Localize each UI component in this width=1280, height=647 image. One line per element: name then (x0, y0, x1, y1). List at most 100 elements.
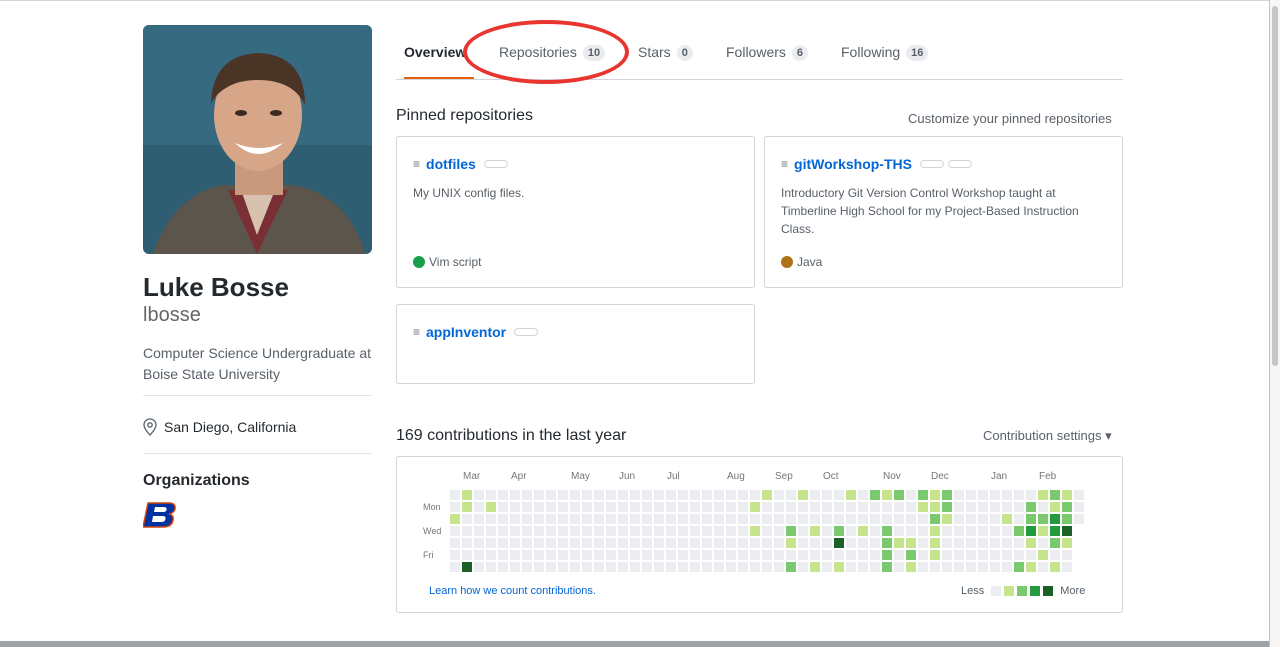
contribution-day[interactable] (966, 514, 976, 524)
contribution-day[interactable] (1050, 490, 1060, 500)
contribution-day[interactable] (930, 514, 940, 524)
contribution-day[interactable] (642, 502, 652, 512)
contribution-day[interactable] (558, 538, 568, 548)
contribution-day[interactable] (690, 538, 700, 548)
contribution-day[interactable] (786, 538, 796, 548)
contribution-day[interactable] (498, 502, 508, 512)
contribution-day[interactable] (762, 550, 772, 560)
contribution-day[interactable] (594, 514, 604, 524)
contribution-day[interactable] (690, 550, 700, 560)
contribution-day[interactable] (594, 550, 604, 560)
contribution-day[interactable] (774, 490, 784, 500)
contribution-day[interactable] (942, 526, 952, 536)
contribution-day[interactable] (1014, 514, 1024, 524)
contribution-day[interactable] (702, 526, 712, 536)
contribution-day[interactable] (822, 562, 832, 572)
contribution-day[interactable] (630, 550, 640, 560)
contribution-day[interactable] (834, 550, 844, 560)
contribution-day[interactable] (522, 562, 532, 572)
repo-name-link[interactable]: gitWorkshop-THS (794, 156, 912, 172)
contribution-day[interactable] (690, 490, 700, 500)
contribution-day[interactable] (1062, 526, 1072, 536)
contribution-day[interactable] (846, 538, 856, 548)
contribution-day[interactable] (642, 514, 652, 524)
contribution-day[interactable] (774, 562, 784, 572)
contribution-day[interactable] (1014, 538, 1024, 548)
contribution-day[interactable] (486, 538, 496, 548)
contribution-day[interactable] (714, 526, 724, 536)
contribution-day[interactable] (882, 526, 892, 536)
contribution-day[interactable] (570, 538, 580, 548)
contribution-day[interactable] (870, 526, 880, 536)
contribution-day[interactable] (582, 526, 592, 536)
tab-following[interactable]: Following 16 (841, 38, 929, 79)
contribution-day[interactable] (666, 502, 676, 512)
contribution-day[interactable] (846, 562, 856, 572)
contribution-day[interactable] (1014, 562, 1024, 572)
contribution-day[interactable] (870, 562, 880, 572)
contribution-day[interactable] (582, 514, 592, 524)
contribution-day[interactable] (582, 490, 592, 500)
contribution-day[interactable] (738, 502, 748, 512)
contribution-day[interactable] (1014, 490, 1024, 500)
contribution-day[interactable] (990, 514, 1000, 524)
contribution-day[interactable] (882, 514, 892, 524)
contribution-day[interactable] (834, 490, 844, 500)
contribution-day[interactable] (714, 550, 724, 560)
contribution-day[interactable] (906, 562, 916, 572)
contribution-day[interactable] (558, 526, 568, 536)
contribution-day[interactable] (534, 550, 544, 560)
contribution-day[interactable] (954, 526, 964, 536)
learn-contributions-link[interactable]: Learn how we count contributions. (429, 585, 596, 597)
vertical-scrollbar[interactable] (1270, 0, 1280, 647)
contribution-day[interactable] (894, 538, 904, 548)
contribution-day[interactable] (522, 526, 532, 536)
contribution-day[interactable] (606, 514, 616, 524)
contribution-day[interactable] (846, 514, 856, 524)
contribution-day[interactable] (498, 538, 508, 548)
contribution-day[interactable] (822, 526, 832, 536)
contribution-day[interactable] (726, 490, 736, 500)
contribution-day[interactable] (930, 562, 940, 572)
contribution-day[interactable] (654, 562, 664, 572)
contribution-day[interactable] (978, 514, 988, 524)
contribution-day[interactable] (522, 550, 532, 560)
contribution-day[interactable] (450, 562, 460, 572)
contribution-day[interactable] (546, 562, 556, 572)
contribution-day[interactable] (618, 550, 628, 560)
contribution-day[interactable] (798, 490, 808, 500)
contribution-day[interactable] (1026, 514, 1036, 524)
contribution-day[interactable] (990, 526, 1000, 536)
contribution-day[interactable] (990, 538, 1000, 548)
contribution-day[interactable] (750, 562, 760, 572)
contribution-day[interactable] (486, 526, 496, 536)
contribution-day[interactable] (798, 526, 808, 536)
contribution-day[interactable] (678, 562, 688, 572)
contribution-day[interactable] (918, 538, 928, 548)
contribution-day[interactable] (882, 490, 892, 500)
contribution-day[interactable] (714, 538, 724, 548)
contribution-day[interactable] (978, 562, 988, 572)
contribution-day[interactable] (570, 514, 580, 524)
contribution-day[interactable] (870, 538, 880, 548)
contribution-day[interactable] (666, 538, 676, 548)
contribution-day[interactable] (498, 562, 508, 572)
contribution-day[interactable] (774, 514, 784, 524)
contribution-day[interactable] (630, 526, 640, 536)
contribution-day[interactable] (750, 490, 760, 500)
contribution-day[interactable] (702, 502, 712, 512)
contribution-day[interactable] (726, 514, 736, 524)
contribution-day[interactable] (690, 526, 700, 536)
contribution-day[interactable] (918, 514, 928, 524)
contribution-day[interactable] (762, 538, 772, 548)
scrollbar-thumb[interactable] (1272, 6, 1278, 366)
contribution-day[interactable] (678, 538, 688, 548)
contribution-day[interactable] (774, 526, 784, 536)
contribution-day[interactable] (714, 562, 724, 572)
contribution-day[interactable] (858, 550, 868, 560)
contribution-day[interactable] (486, 550, 496, 560)
contribution-day[interactable] (1062, 490, 1072, 500)
contribution-day[interactable] (486, 490, 496, 500)
contribution-day[interactable] (954, 550, 964, 560)
contribution-day[interactable] (1038, 526, 1048, 536)
